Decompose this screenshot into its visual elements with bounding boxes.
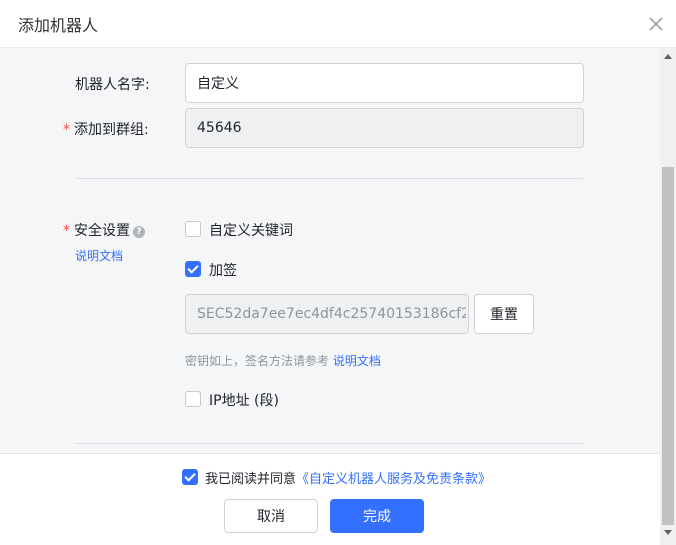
ip-checkbox-label[interactable]: IP地址 (段) <box>209 390 279 410</box>
confirm-button[interactable]: 完成 <box>330 499 424 533</box>
cancel-button[interactable]: 取消 <box>224 499 318 533</box>
robot-name-label: 机器人名字: <box>75 77 150 93</box>
sign-checkbox-label[interactable]: 加签 <box>209 260 237 280</box>
secret-doc-link[interactable]: 说明文档 <box>333 354 381 368</box>
agree-checkbox[interactable] <box>182 469 198 485</box>
dialog-title: 添加机器人 <box>18 16 99 35</box>
ip-checkbox[interactable] <box>185 391 201 407</box>
agree-text: 我已阅读并同意《自定义机器人服务及免责条款》 <box>205 472 492 487</box>
required-mark: * <box>63 223 70 239</box>
keyword-checkbox-label[interactable]: 自定义关键词 <box>209 220 293 240</box>
security-doc-link[interactable]: 说明文档 <box>75 247 123 264</box>
security-settings-label: * 安全设置? <box>63 220 145 240</box>
dialog-header: 添加机器人 <box>0 0 676 48</box>
reset-button[interactable]: 重置 <box>474 294 534 334</box>
secret-hint: 密钥如上，签名方法请参考 说明文档 <box>185 354 381 368</box>
divider <box>75 443 583 444</box>
scroll-down-arrow[interactable] <box>664 530 672 535</box>
robot-name-input[interactable] <box>185 63 584 103</box>
add-to-group-label: * 添加到群组: <box>63 122 149 138</box>
close-icon[interactable] <box>646 14 666 34</box>
required-mark: * <box>63 122 70 138</box>
group-field: 45646 <box>185 108 584 148</box>
keyword-checkbox[interactable] <box>185 221 201 237</box>
sign-checkbox[interactable] <box>185 261 201 277</box>
terms-link[interactable]: 《自定义机器人服务及免责条款》 <box>296 472 491 487</box>
dialog-footer: 我已阅读并同意《自定义机器人服务及免责条款》 取消 完成 <box>0 453 660 545</box>
dialog-body: 机器人名字: *添加到群组: 45646 *安全设置? 说明文档 自定义关键词 … <box>0 48 660 453</box>
scrollbar-thumb[interactable] <box>662 167 674 525</box>
scroll-up-arrow[interactable] <box>664 54 672 59</box>
secret-input[interactable] <box>185 294 469 334</box>
question-circle-icon[interactable]: ? <box>133 226 145 238</box>
scrollbar[interactable] <box>660 48 676 545</box>
divider <box>75 178 583 179</box>
